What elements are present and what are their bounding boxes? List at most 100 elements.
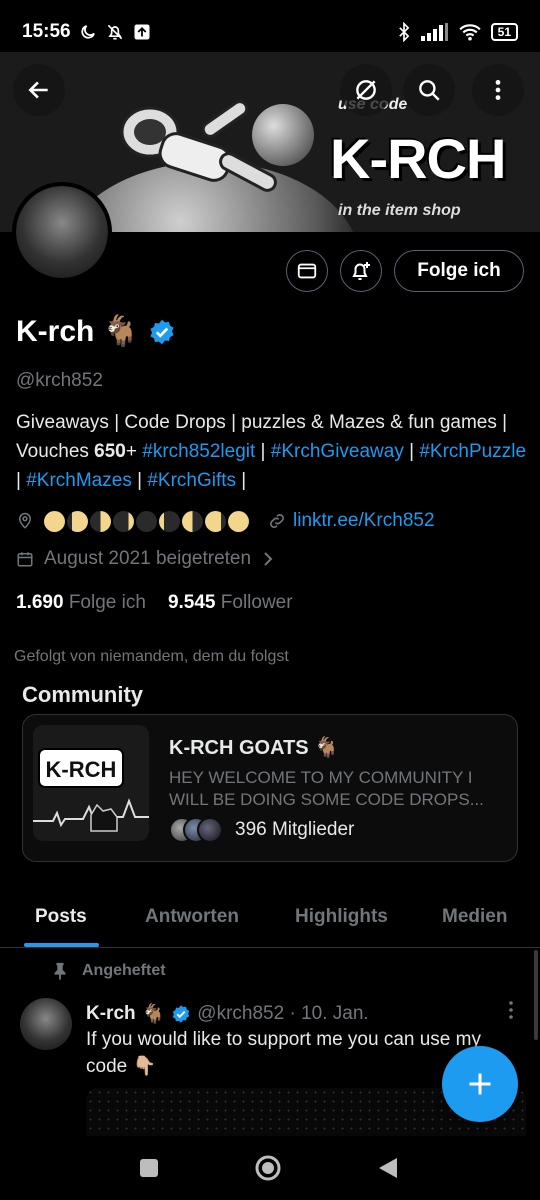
profile-meta-location-link: linktr.ee/Krch852: [16, 510, 526, 532]
followers-count-link[interactable]: 9.545 Follower: [168, 592, 293, 614]
post-author-emoji: 🐐: [141, 1004, 166, 1025]
member-avatars: [169, 817, 223, 843]
moon-phase-icon: [113, 510, 134, 532]
more-vertical-icon: [509, 1001, 513, 1019]
hashtag-link[interactable]: #KrchGifts: [147, 470, 236, 491]
bio-end: |: [236, 470, 247, 491]
hashtag-link[interactable]: #krch852legit: [142, 441, 255, 462]
hashtag-link[interactable]: #KrchMazes: [26, 470, 132, 491]
square-icon: [140, 1159, 158, 1177]
grok-button[interactable]: [340, 64, 392, 116]
bio-separator: |: [403, 441, 420, 462]
tab-posts[interactable]: Posts: [35, 906, 87, 928]
hashtag-link[interactable]: #KrchPuzzle: [419, 441, 526, 462]
upload-icon: [134, 24, 150, 40]
profile-link[interactable]: linktr.ee/Krch852: [293, 510, 435, 532]
location-pin-icon: [18, 512, 32, 529]
back-nav-button[interactable]: [372, 1152, 404, 1184]
triangle-back-icon: [379, 1158, 397, 1178]
profile-name-row: K-rch 🐐: [16, 314, 176, 349]
signal-icon: [420, 23, 448, 41]
more-button[interactable]: [472, 64, 524, 116]
followers-count: 9.545: [167, 592, 216, 613]
bell-plus-icon: [352, 262, 370, 280]
astronaut-illustration: [120, 100, 277, 192]
grok-icon: [356, 80, 376, 100]
followers-label: Follower: [220, 592, 293, 613]
home-button[interactable]: [252, 1152, 284, 1184]
link-icon: [270, 514, 284, 528]
notify-button[interactable]: [340, 250, 382, 292]
pinned-label-row: Angeheftet: [52, 962, 166, 980]
bio-separator: |: [255, 441, 271, 462]
community-image-text: K-RCH: [46, 757, 117, 782]
tab-highlights[interactable]: Highlights: [295, 906, 388, 928]
followed-by-text: Gefolgt von niemandem, dem du folgst: [14, 648, 289, 665]
verified-badge-icon: [173, 1005, 190, 1023]
bluetooth-icon: [398, 22, 409, 42]
compose-post-button[interactable]: [442, 1046, 518, 1122]
scrollbar[interactable]: [534, 950, 538, 1040]
avatar: [197, 817, 223, 843]
post-author-avatar[interactable]: [20, 998, 72, 1050]
back-arrow-icon: [28, 81, 48, 99]
following-count: 1.690: [16, 592, 64, 613]
status-time: 15:56: [22, 21, 71, 42]
plus-icon: [469, 1073, 491, 1095]
post-header: K-rch 🐐 @krch852 · 10. Jan.: [86, 1002, 369, 1026]
location-moons: [44, 510, 249, 532]
active-tab-indicator: [24, 943, 99, 947]
tab-replies[interactable]: Antworten: [145, 906, 239, 928]
following-label: Folge ich: [68, 592, 146, 613]
profile-bio: Giveaways | Code Drops | puzzles & Mazes…: [16, 408, 528, 495]
circle-icon: [255, 1155, 281, 1181]
more-vertical-icon: [495, 80, 501, 100]
chevron-right-icon: [264, 552, 273, 566]
pinned-label: Angeheftet: [82, 962, 166, 979]
community-image: K-RCH: [33, 725, 149, 841]
moon-phase-icon: [136, 510, 157, 532]
hashtag-link[interactable]: #KrchGiveaway: [271, 441, 404, 462]
profile-joined-row[interactable]: August 2021 beigetreten: [16, 548, 275, 570]
community-heading: Community: [22, 682, 143, 707]
moon-phase-icon: [205, 510, 226, 532]
post-handle-date: @krch852 · 10. Jan.: [197, 1003, 369, 1024]
moon-icon: [80, 25, 95, 39]
verified-badge-icon[interactable]: [148, 318, 176, 346]
community-title: K-RCH GOATS 🐐: [169, 737, 340, 759]
profile-handle: @krch852: [16, 370, 103, 391]
goat-emoji: 🐐: [102, 315, 140, 348]
wifi-icon: [458, 24, 481, 41]
back-button[interactable]: [13, 64, 65, 116]
banner-promo-code: K-RCH: [330, 127, 506, 190]
search-button[interactable]: [403, 64, 455, 116]
bio-separator: |: [131, 470, 148, 491]
pin-icon: [54, 962, 66, 980]
tab-media[interactable]: Medien: [442, 906, 507, 928]
bio-separator: |: [16, 470, 27, 491]
mail-icon: [297, 263, 317, 279]
profile-tabs: Posts Antworten Highlights Medien: [0, 880, 540, 948]
community-description: HEY WELCOME TO MY COMMUNITY I WILL BE DO…: [169, 768, 484, 809]
moon-phase-icon: [44, 510, 65, 532]
moon-phase-icon: [228, 510, 249, 532]
post-author-name[interactable]: K-rch: [86, 1003, 136, 1025]
follow-counts: 1.690 Folge ich 9.545 Follower: [16, 592, 293, 614]
moon-phase-icon: [67, 510, 88, 532]
moon-phase-icon: [159, 510, 180, 532]
community-card[interactable]: K-RCH K-RCH GOATS 🐐 HEY WELCOME TO MY CO…: [22, 714, 518, 862]
system-nav-bar: [0, 1136, 540, 1200]
following-count-link[interactable]: 1.690 Folge ich: [16, 592, 146, 614]
mute-icon: [107, 24, 122, 40]
profile-name: K-rch: [16, 314, 95, 348]
community-members-row: 396 Mitglieder: [169, 817, 354, 843]
recent-apps-button[interactable]: [133, 1152, 165, 1184]
search-icon: [419, 80, 440, 101]
message-button[interactable]: [286, 250, 328, 292]
moon-phase-icon: [182, 510, 203, 532]
battery-indicator: 51: [490, 23, 518, 41]
following-button[interactable]: Folge ich: [394, 250, 524, 292]
profile-avatar[interactable]: [12, 182, 112, 282]
post-more-button[interactable]: [506, 1000, 516, 1026]
joined-date: August 2021 beigetreten: [44, 548, 252, 569]
